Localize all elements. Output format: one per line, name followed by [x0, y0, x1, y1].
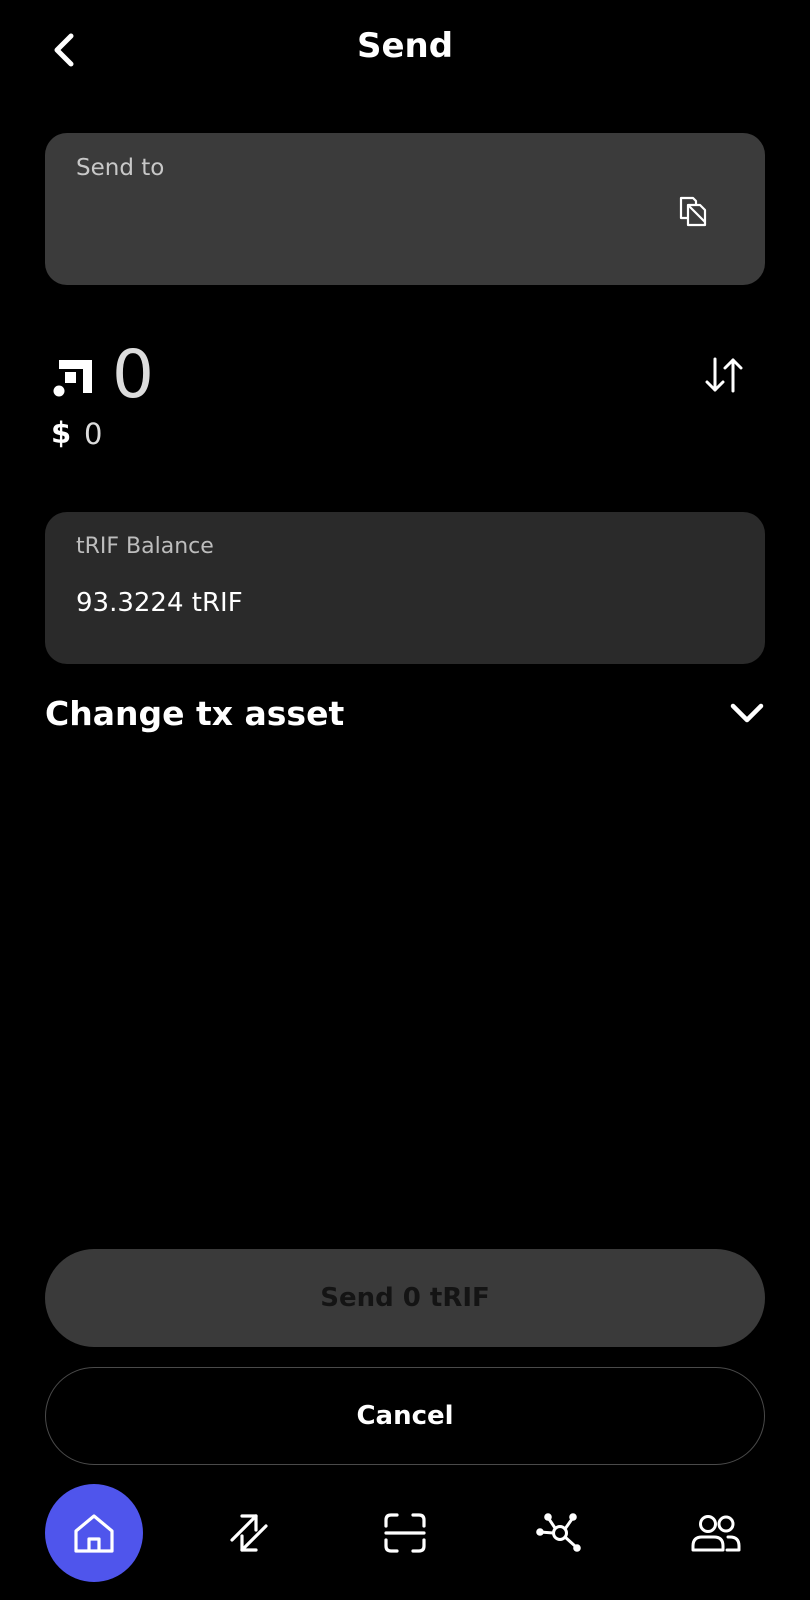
amount-value[interactable]: 0 [112, 336, 154, 413]
header: Send [0, 0, 810, 100]
paste-button[interactable] [671, 189, 715, 233]
send-to-field[interactable]: Send to [45, 133, 765, 285]
home-icon [74, 1514, 114, 1553]
swap-currency-button[interactable] [700, 350, 750, 400]
nav-contacts[interactable] [667, 1484, 765, 1582]
balance-card: tRIF Balance 93.3224 tRIF [45, 512, 765, 664]
amount-section: 0 $ 0 [48, 336, 768, 458]
rif-logo-icon [53, 360, 92, 397]
page-title: Send [356, 26, 454, 66]
send-to-input[interactable] [75, 195, 639, 257]
balance-label: tRIF Balance [76, 534, 214, 559]
fiat-symbol: $ [51, 416, 72, 450]
cancel-button[interactable]: Cancel [45, 1367, 765, 1465]
chevron-down-icon [730, 703, 764, 723]
send-receive-icon [230, 1514, 268, 1552]
fiat-value: 0 [84, 417, 103, 451]
contacts-icon [691, 1515, 741, 1552]
nav-send-receive[interactable] [200, 1484, 298, 1582]
change-asset-toggle[interactable]: Change tx asset [45, 688, 765, 740]
nav-scan[interactable] [356, 1484, 454, 1582]
nav-dapps[interactable] [511, 1484, 609, 1582]
scan-icon [384, 1513, 426, 1553]
balance-value: 93.3224 tRIF [76, 588, 243, 618]
swap-vertical-icon [705, 357, 743, 393]
bottom-navbar [0, 1478, 810, 1588]
send-button[interactable]: Send 0 tRIF [45, 1249, 765, 1347]
nav-home[interactable] [45, 1484, 143, 1582]
send-to-label: Send to [76, 155, 165, 181]
paste-icon [679, 196, 707, 227]
network-icon [536, 1513, 581, 1552]
change-asset-label: Change tx asset [45, 694, 345, 733]
